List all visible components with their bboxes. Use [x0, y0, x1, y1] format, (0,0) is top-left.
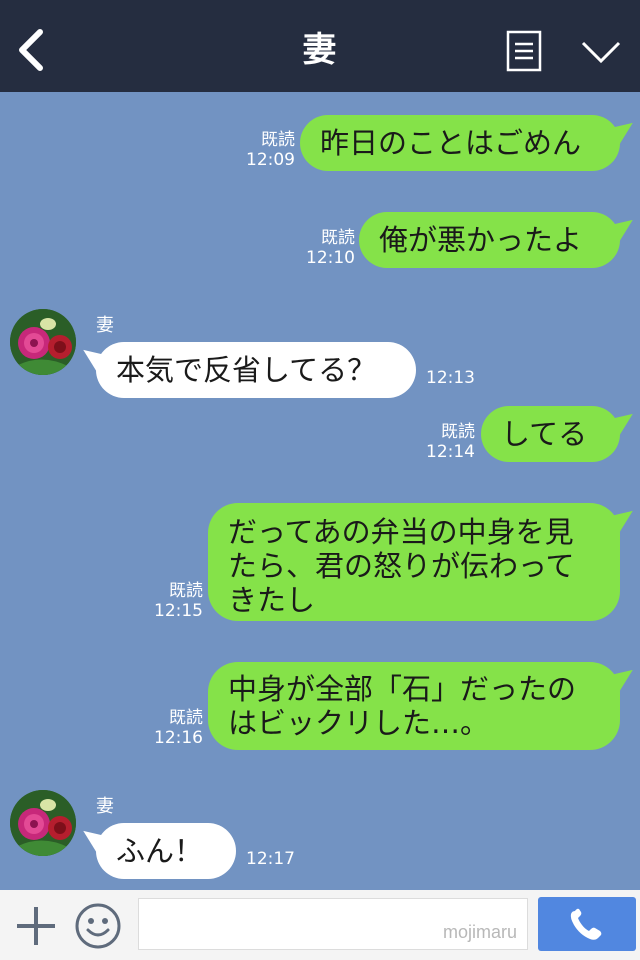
message-meta: 既読 12:09 [240, 130, 295, 170]
message-meta: 既読 12:15 [148, 581, 203, 621]
message-bubble-incoming[interactable]: ふん！ [96, 823, 236, 879]
message-text: 俺が悪かったよ [379, 223, 583, 257]
avatar[interactable] [10, 309, 76, 375]
message-bubble-incoming[interactable]: 本気で反省してる？ [96, 342, 416, 398]
read-receipt: 既読 [321, 228, 355, 248]
watermark: mojimaru [442, 922, 517, 942]
read-receipt: 既読 [261, 130, 295, 150]
message-time: 12:15 [154, 601, 203, 621]
sender-name: 妻 [96, 315, 114, 336]
read-receipt: 既読 [169, 708, 203, 728]
rose-avatar-image [10, 309, 76, 375]
message-time: 12:16 [154, 728, 203, 748]
chat-header: 妻 [0, 0, 640, 92]
message-text: 本気で反省してる？ [116, 353, 377, 387]
message-time: 12:14 [426, 442, 475, 462]
plus-icon[interactable] [14, 904, 58, 948]
message-time: 12:10 [306, 248, 355, 268]
message-bubble-outgoing[interactable]: 中身が全部「石」だったの はビックリした…。 [208, 662, 620, 750]
phone-icon [570, 908, 602, 940]
message-bubble-outgoing[interactable]: だってあの弁当の中身を見 たら、君の怒りが伝わって きたし [208, 503, 620, 621]
message-text-line: はビックリした…。 [228, 706, 490, 740]
message-meta: 既読 12:14 [420, 422, 475, 462]
smiley-icon[interactable] [74, 902, 122, 950]
message-text: ふん！ [116, 834, 204, 868]
message-text: 昨日のことはごめん [320, 126, 582, 160]
message-bubble-outgoing[interactable]: 俺が悪かったよ [359, 212, 620, 268]
message-text-line: たら、君の怒りが伝わって [228, 549, 575, 583]
list-icon[interactable] [506, 30, 542, 72]
sender-name: 妻 [96, 796, 114, 817]
message-meta: 既読 12:10 [300, 228, 355, 268]
message-text-line: だってあの弁当の中身を見 [228, 515, 574, 549]
chat-title: 妻 [302, 30, 338, 70]
message-bubble-outgoing[interactable]: してる [481, 406, 620, 462]
message-time: 12:09 [246, 150, 295, 170]
message-meta: 既読 12:16 [148, 708, 203, 748]
message-time: 12:17 [246, 849, 295, 869]
rose-avatar-image [10, 790, 76, 856]
message-text: してる [501, 417, 588, 451]
call-button[interactable] [538, 897, 636, 951]
read-receipt: 既読 [169, 581, 203, 601]
message-text-line: きたし [228, 583, 316, 617]
read-receipt: 既読 [441, 422, 475, 442]
avatar[interactable] [10, 790, 76, 856]
message-text-line: 中身が全部「石」だったの [228, 672, 577, 706]
message-bubble-outgoing[interactable]: 昨日のことはごめん [300, 115, 620, 171]
message-time: 12:13 [426, 368, 475, 388]
input-bar: mojimaru [0, 890, 640, 960]
message-input[interactable]: mojimaru [138, 898, 528, 950]
chevron-down-icon[interactable] [580, 38, 622, 66]
